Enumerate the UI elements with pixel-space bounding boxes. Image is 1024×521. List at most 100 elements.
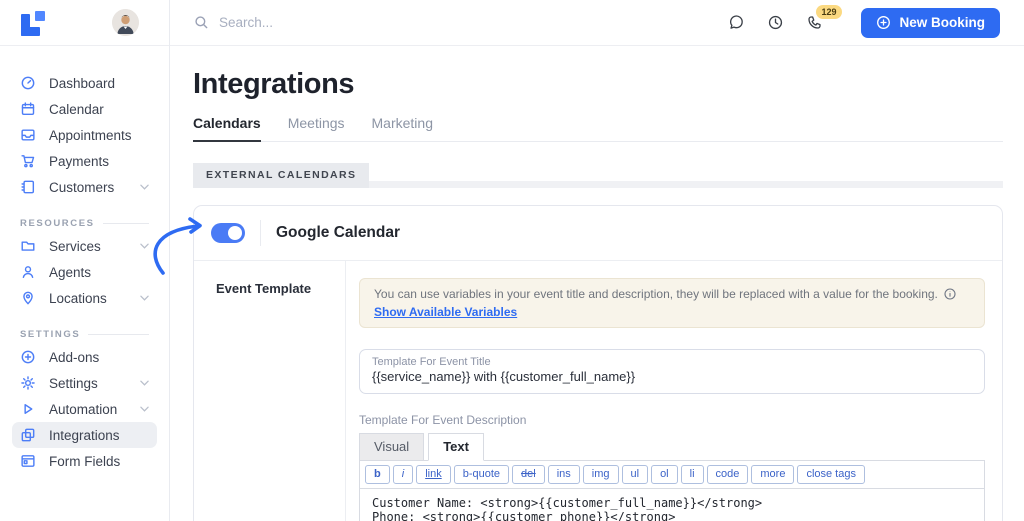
italic-button[interactable]: i <box>392 465 414 484</box>
google-calendar-toggle[interactable] <box>211 223 245 243</box>
main-area: 129 New Booking Integrations Calendars M… <box>170 0 1024 521</box>
code-button[interactable]: code <box>706 465 749 484</box>
show-available-variables-link[interactable]: Show Available Variables <box>374 305 517 319</box>
sidebar-item-label: Integrations <box>49 427 120 443</box>
editor-tab-visual[interactable]: Visual <box>359 433 425 461</box>
chevron-down-icon <box>140 243 149 249</box>
map-pin-icon <box>20 290 36 306</box>
sidebar-item-addons[interactable]: Add-ons <box>12 344 157 370</box>
clock-icon[interactable] <box>767 14 784 31</box>
person-icon <box>20 264 36 280</box>
sidebar-item-appointments[interactable]: Appointments <box>12 122 157 148</box>
page-title: Integrations <box>193 68 355 100</box>
sidebar-item-settings[interactable]: Settings <box>12 370 157 396</box>
user-avatar[interactable] <box>112 9 139 36</box>
sidebar-nav: Dashboard Calendar Appointments Payments… <box>0 46 169 474</box>
sidebar-item-calendar[interactable]: Calendar <box>12 96 157 122</box>
phone-icon[interactable]: 129 <box>806 5 842 31</box>
google-calendar-card: Google Calendar Event Template You can u… <box>193 205 1003 521</box>
sidebar-item-form-fields[interactable]: Form Fields <box>12 448 157 474</box>
img-button[interactable]: img <box>582 465 619 484</box>
app-window: Dashboard Calendar Appointments Payments… <box>0 0 1024 521</box>
link-button[interactable]: link <box>416 465 451 484</box>
section-rule <box>369 181 1003 188</box>
sidebar-item-automation[interactable]: Automation <box>12 396 157 422</box>
sidebar-section-resources: RESOURCES <box>12 213 157 233</box>
tab-marketing[interactable]: Marketing <box>372 115 433 141</box>
ul-button[interactable]: ul <box>621 465 649 484</box>
variables-info-banner: You can use variables in your event titl… <box>359 278 985 328</box>
chevron-down-icon <box>140 295 149 301</box>
sidebar: Dashboard Calendar Appointments Payments… <box>0 0 170 521</box>
notification-badge: 129 <box>816 5 842 19</box>
form-window-icon <box>20 453 36 469</box>
chat-icon[interactable] <box>728 14 745 31</box>
sidebar-item-label: Customers <box>49 179 115 195</box>
close-tags-button[interactable]: close tags <box>797 465 865 484</box>
card-header: Google Calendar <box>194 206 1002 261</box>
page-tabs: Calendars Meetings Marketing <box>193 115 1003 142</box>
sidebar-item-payments[interactable]: Payments <box>12 148 157 174</box>
sidebar-item-integrations[interactable]: Integrations <box>12 422 157 448</box>
plus-circle-icon <box>20 349 36 365</box>
blockquote-button[interactable]: b-quote <box>453 465 510 484</box>
section-header-label: RESOURCES <box>20 217 95 229</box>
global-search[interactable] <box>194 15 728 30</box>
sidebar-item-label: Add-ons <box>49 349 100 365</box>
overlapping-squares-icon <box>20 427 36 443</box>
event-template-label: Event Template <box>216 281 312 296</box>
chevron-down-icon <box>140 406 149 412</box>
sidebar-item-customers[interactable]: Customers <box>12 174 157 200</box>
new-booking-button[interactable]: New Booking <box>861 7 1000 38</box>
topbar-actions: 129 New Booking <box>728 5 1000 38</box>
folder-icon <box>20 238 36 254</box>
cart-icon <box>20 153 36 169</box>
chevron-down-icon <box>140 380 149 386</box>
bold-button[interactable]: b <box>365 465 390 484</box>
sidebar-item-label: Dashboard <box>49 75 116 91</box>
sidebar-item-label: Form Fields <box>49 453 121 469</box>
ins-button[interactable]: ins <box>547 465 580 484</box>
banner-text: You can use variables in your event titl… <box>374 287 938 301</box>
sidebar-item-services[interactable]: Services <box>12 233 157 259</box>
inbox-icon <box>20 127 36 143</box>
sidebar-item-label: Calendar <box>49 101 104 117</box>
sidebar-item-label: Settings <box>49 375 98 391</box>
li-button[interactable]: li <box>680 465 704 484</box>
event-title-field[interactable]: Template For Event Title <box>359 349 985 394</box>
card-body: Event Template You can use variables in … <box>194 261 1002 521</box>
sidebar-item-label: Automation <box>49 401 118 417</box>
editor-area: Customer Name: <strong>{{customer_full_n… <box>359 489 985 521</box>
dashboard-icon <box>20 75 36 91</box>
sidebar-section-settings: SETTINGS <box>12 324 157 344</box>
del-button[interactable]: del <box>512 465 545 484</box>
editor-tab-text[interactable]: Text <box>428 433 484 461</box>
event-title-field-label: Template For Event Title <box>372 356 491 368</box>
sidebar-item-label: Appointments <box>49 127 132 143</box>
event-title-input[interactable] <box>372 369 972 384</box>
calendar-icon <box>20 101 36 117</box>
sidebar-item-locations[interactable]: Locations <box>12 285 157 311</box>
tab-calendars[interactable]: Calendars <box>193 115 261 142</box>
card-title: Google Calendar <box>276 224 401 241</box>
description-editor: Visual Text b i link b-quote del ins img <box>359 433 985 521</box>
search-input[interactable] <box>219 15 519 30</box>
sidebar-item-dashboard[interactable]: Dashboard <box>12 70 157 96</box>
new-booking-label: New Booking <box>899 15 985 30</box>
more-button[interactable]: more <box>751 465 795 484</box>
external-calendars-section: EXTERNAL CALENDARS <box>193 163 1003 188</box>
event-description-textarea[interactable]: Customer Name: <strong>{{customer_full_n… <box>360 489 984 521</box>
topbar: 129 New Booking <box>170 0 1024 46</box>
field-content-column: You can use variables in your event titl… <box>346 261 1002 521</box>
ol-button[interactable]: ol <box>651 465 678 484</box>
sidebar-item-label: Locations <box>49 290 107 306</box>
chevron-down-icon <box>140 184 149 190</box>
gear-icon <box>20 375 36 391</box>
editor-toolbar: b i link b-quote del ins img ul ol li co <box>359 460 985 489</box>
sidebar-item-label: Payments <box>49 153 110 169</box>
sidebar-item-agents[interactable]: Agents <box>12 259 157 285</box>
address-book-icon <box>20 179 36 195</box>
section-label: EXTERNAL CALENDARS <box>193 163 370 188</box>
tab-meetings[interactable]: Meetings <box>288 115 345 141</box>
editor-tabs: Visual Text <box>359 433 985 461</box>
